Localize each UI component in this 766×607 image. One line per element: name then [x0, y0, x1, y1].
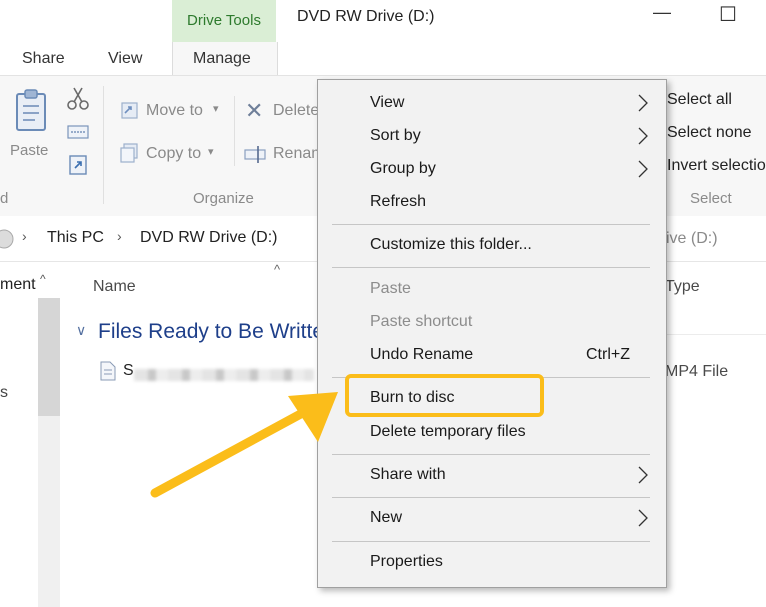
tab-view[interactable]: View — [108, 50, 142, 68]
menu-item-sort-by[interactable]: Sort by — [370, 127, 421, 145]
yellow-arrow-icon — [150, 392, 338, 498]
search-box[interactable]: ive (D:) — [666, 230, 718, 248]
file-row-name[interactable]: S — [123, 362, 134, 380]
drive-tools-label: Drive Tools — [187, 12, 261, 29]
select-group-label: Select — [690, 190, 732, 207]
drive-icon — [0, 229, 14, 249]
rename-icon — [244, 146, 266, 163]
undo-shortcut-label: Ctrl+Z — [586, 346, 630, 363]
select-none-button[interactable]: Select none — [667, 124, 752, 142]
nav-item[interactable]: ment — [0, 276, 36, 294]
clipboard-icon — [16, 89, 46, 131]
nav-scrollbar-thumb[interactable] — [38, 298, 60, 416]
delete-x-icon: ✕ — [245, 100, 264, 123]
paste-shortcut-icon[interactable] — [68, 154, 88, 176]
group-header-label: Files Ready to Be Written — [98, 320, 317, 343]
tab-manage[interactable]: Manage — [172, 42, 278, 76]
submenu-arrow-icon — [638, 94, 648, 112]
submenu-arrow-icon — [638, 127, 648, 145]
paste-button[interactable] — [14, 88, 48, 132]
move-to-icon — [121, 102, 138, 119]
copy-to-label: Copy to — [146, 145, 202, 162]
menu-item-refresh[interactable]: Refresh — [370, 193, 426, 211]
maximize-button[interactable]: ☐ — [719, 2, 737, 27]
delete-label: Delete — [273, 102, 317, 119]
file-icon — [100, 361, 116, 381]
menu-item-paste: Paste — [370, 280, 411, 297]
sort-indicator-icon: ^ — [274, 262, 281, 277]
tab-share[interactable]: Share — [22, 50, 65, 68]
file-row-type: MP4 File — [665, 363, 729, 380]
ribbon-divider — [103, 86, 104, 204]
copy-to-icon — [120, 143, 138, 163]
organize-group-label: Organize — [193, 190, 254, 207]
copy-to-dropdown-icon: ▾ — [208, 146, 214, 158]
ribbon-divider — [234, 96, 235, 166]
breadcrumb-this-pc[interactable]: This PC — [47, 229, 104, 247]
nav-item-fragment: s — [0, 384, 8, 401]
invert-selection-button[interactable]: Invert selection — [667, 157, 766, 175]
menu-separator — [332, 454, 650, 455]
menu-item-paste-shortcut: Paste shortcut — [370, 313, 473, 330]
rename-button[interactable]: Rename — [244, 143, 317, 167]
menu-item-view[interactable]: View — [370, 94, 404, 112]
header-divider — [665, 334, 766, 335]
tab-manage-label: Manage — [193, 50, 251, 67]
clipboard-group-label: d — [0, 190, 9, 207]
column-header-name[interactable]: Name — [93, 278, 136, 296]
burn-to-disc-highlight-box — [345, 374, 544, 417]
paste-label: Paste — [10, 142, 49, 159]
cut-icon[interactable] — [67, 86, 89, 110]
move-to-dropdown-icon: ▾ — [213, 103, 219, 115]
menu-separator — [332, 267, 650, 268]
breadcrumb-chevron-icon: › — [22, 228, 27, 244]
select-group: Select all Select none Invert selection … — [665, 88, 766, 208]
window-title: DVD RW Drive (D:) — [297, 8, 435, 25]
submenu-arrow-icon — [638, 466, 648, 484]
menu-item-new[interactable]: New — [370, 509, 402, 527]
menu-item-undo-rename[interactable]: Undo Rename — [370, 346, 473, 364]
submenu-arrow-icon — [638, 160, 648, 178]
menu-item-customize-folder[interactable]: Customize this folder... — [370, 236, 532, 254]
group-header[interactable]: Files Ready to Be Written — [98, 320, 317, 348]
minimize-button[interactable]: — — [653, 2, 671, 23]
breadcrumb-chevron-icon: › — [117, 228, 122, 244]
nav-scroll-up-icon[interactable]: ^ — [40, 272, 46, 286]
menu-item-delete-temporary-files[interactable]: Delete temporary files — [370, 423, 526, 441]
move-to-label: Move to — [146, 102, 203, 119]
rename-label: Rename — [273, 145, 317, 162]
menu-item-share-with[interactable]: Share with — [370, 466, 446, 484]
delete-button[interactable]: ✕ Delete — [245, 100, 317, 124]
drive-tools-context-header: Drive Tools — [172, 0, 276, 42]
menu-separator — [332, 224, 650, 225]
menu-item-group-by[interactable]: Group by — [370, 160, 436, 178]
group-collapse-icon[interactable]: ∨ — [76, 322, 86, 339]
breadcrumb-dvd-drive[interactable]: DVD RW Drive (D:) — [140, 229, 277, 247]
context-menu: View Sort by Group by Refresh Customize … — [317, 79, 667, 588]
menu-separator — [332, 497, 650, 498]
menu-item-properties[interactable]: Properties — [370, 553, 443, 571]
column-header-type[interactable]: Type — [665, 278, 700, 296]
menu-separator — [332, 541, 650, 542]
submenu-arrow-icon — [638, 509, 648, 527]
copy-path-icon[interactable] — [67, 124, 89, 140]
select-all-button[interactable]: Select all — [667, 91, 732, 109]
